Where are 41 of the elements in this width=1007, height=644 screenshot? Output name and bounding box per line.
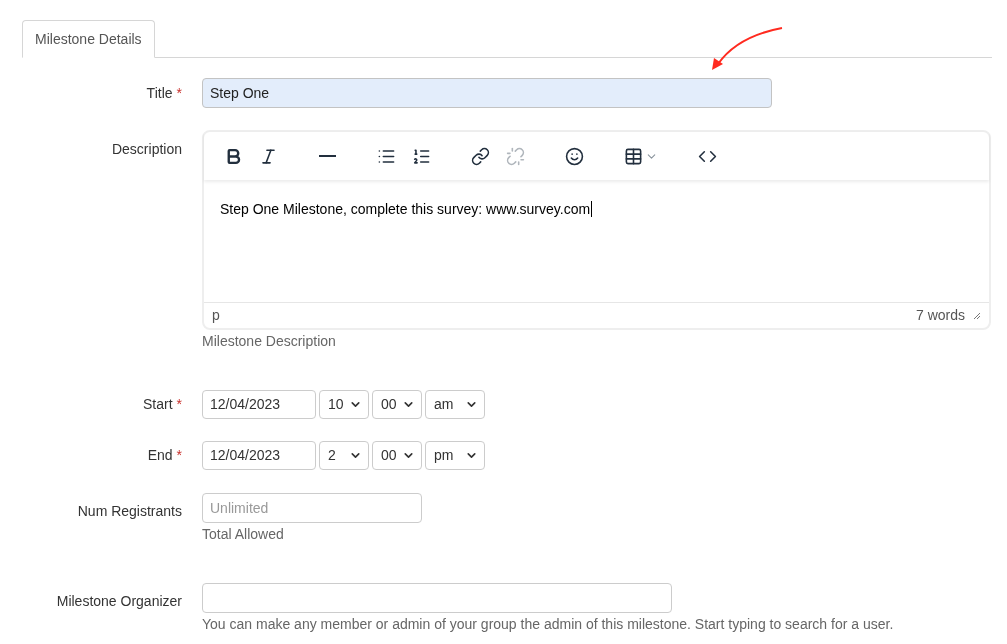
date-field[interactable]: 12/04/2023 [202, 390, 316, 419]
dropdown[interactable]: 10 [319, 390, 369, 419]
link-icon [471, 146, 490, 166]
field-label: Num Registrants [77, 502, 182, 521]
editor-text: Step One Milestone, complete this survey: www.survey.com [220, 201, 593, 217]
element-path: p [212, 306, 220, 325]
field-label: Start [142, 395, 173, 414]
table-button[interactable] [624, 146, 658, 166]
unlink-icon [506, 146, 525, 166]
help-text: Total Allowed [202, 525, 285, 544]
dropdown[interactable]: 00 [372, 441, 422, 470]
date-field[interactable]: 12/04/2023 [202, 441, 316, 470]
help-text: You can make any member or admin of your group the admin of this milestone. Start typing to search for a user. [202, 615, 894, 634]
field-label: Title [146, 83, 173, 103]
dropdown[interactable]: am [425, 390, 485, 419]
italic-icon [259, 146, 278, 166]
field-label: Description [111, 140, 182, 159]
required-mark: * [176, 395, 182, 414]
field-label: End [147, 446, 173, 465]
dropdown[interactable]: 00 [372, 390, 422, 419]
required-mark: * [176, 83, 182, 103]
word-count: 7 words [915, 306, 965, 325]
tab[interactable]: Milestone Details [22, 20, 155, 58]
resize-handle-icon[interactable] [973, 311, 981, 320]
emoji-button[interactable] [565, 146, 584, 166]
emoji-icon [565, 146, 584, 166]
organizer-field[interactable] [202, 583, 672, 613]
required-mark: * [176, 446, 182, 465]
rich-text-editor[interactable]: Step One Milestone, complete this survey: www.survey.com p 7 words [202, 130, 991, 330]
italic-button[interactable] [259, 146, 278, 166]
num-registrants-field[interactable]: Unlimited [202, 493, 422, 523]
help-text: Milestone Description [202, 332, 337, 351]
dropdown[interactable]: pm [425, 441, 485, 470]
field-label: Milestone Organizer [56, 592, 182, 611]
table-icon [624, 146, 643, 166]
title-field[interactable]: Step One [202, 78, 772, 108]
numbers-button[interactable] [412, 146, 431, 166]
link-button[interactable] [471, 146, 490, 166]
rule-icon [319, 155, 336, 157]
numbers-icon [412, 146, 431, 166]
dropdown[interactable]: 2 [319, 441, 369, 470]
